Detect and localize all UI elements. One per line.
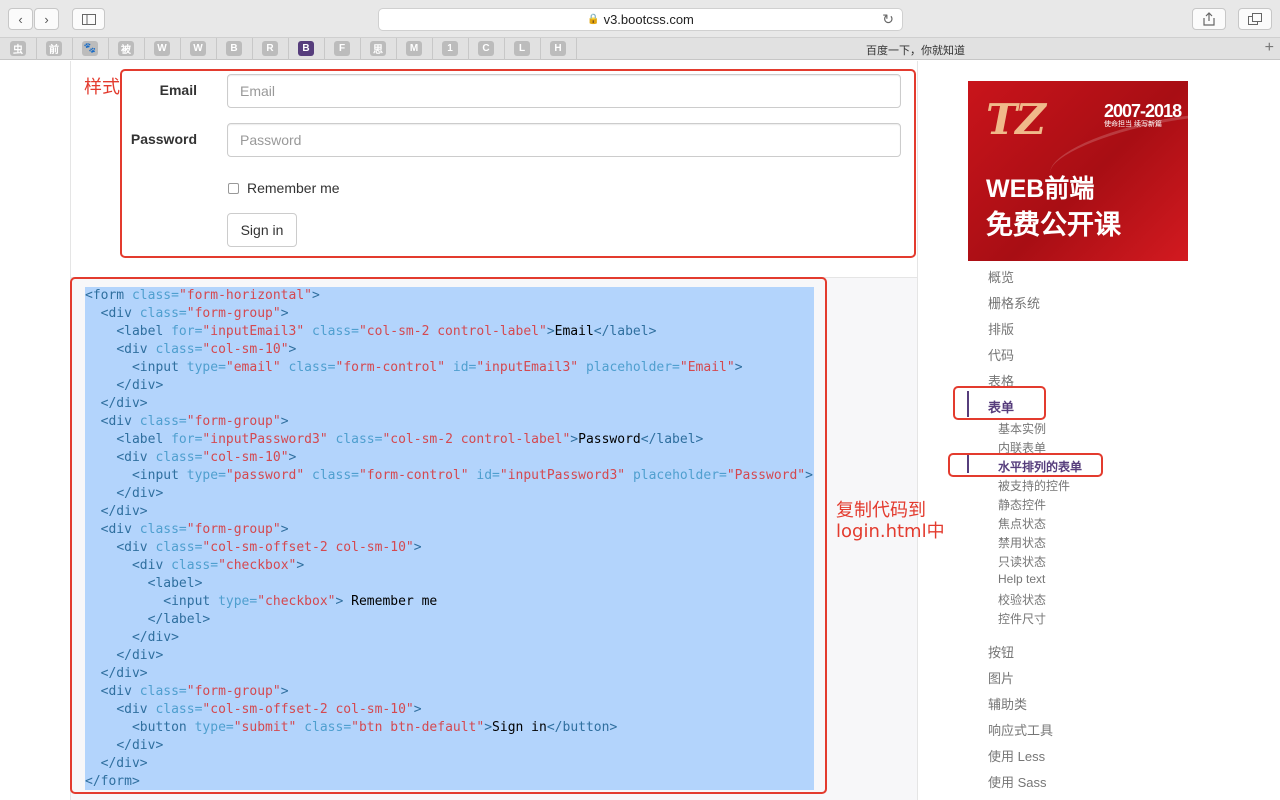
sidebar-item-responsive[interactable]: 响应式工具	[988, 720, 1053, 739]
new-tab-plus-icon[interactable]: +	[1265, 39, 1274, 57]
promo-headline: WEB前端	[986, 175, 1095, 203]
sidebar-subitem[interactable]: 静态控件	[998, 496, 1046, 513]
browser-toolbar: ‹ › 🔒 v3.bootcss.com ↻	[0, 0, 1280, 38]
promo-banner[interactable]: TZ 2007-2018 使命担当 续写新篇 WEB前端 免费公开课	[968, 81, 1188, 261]
bookmark-icon[interactable]: B	[226, 41, 242, 56]
sidebar-item-helpers[interactable]: 辅助类	[988, 694, 1027, 713]
promo-slogan: 使命担当 续写新篇	[1104, 121, 1162, 128]
bookmark-icon[interactable]: 前	[46, 41, 62, 56]
tabs-icon	[1248, 13, 1262, 25]
forms-highlight-box	[953, 386, 1046, 420]
sidebar-subitem[interactable]: 被支持的控件	[998, 477, 1070, 494]
sidebar-item-sass[interactable]: 使用 Sass	[988, 772, 1047, 791]
bookmark-icon[interactable]: R	[262, 41, 278, 56]
horizontal-form-highlight-box	[948, 453, 1103, 477]
sidebar-item-images[interactable]: 图片	[988, 668, 1014, 687]
address-text: v3.bootcss.com	[603, 12, 694, 27]
bookmarks-bar-page-title: 百度一下，你就知道	[866, 45, 965, 57]
lock-icon: 🔒	[587, 14, 600, 25]
sidebar-subitem[interactable]: 控件尺寸	[998, 610, 1046, 627]
bookmark-icon[interactable]: M	[406, 41, 422, 56]
sidebar-item-less[interactable]: 使用 Less	[988, 746, 1045, 765]
sidebar-icon	[81, 13, 96, 25]
bookmark-icon[interactable]: 🐾	[82, 41, 98, 56]
bookmark-icon[interactable]: C	[478, 41, 494, 56]
sidebar-subitem[interactable]: 禁用状态	[998, 534, 1046, 551]
sidebar-toggle-button[interactable]	[72, 8, 105, 30]
copy-annotation-line1: 复制代码到	[836, 500, 926, 521]
address-bar[interactable]: 🔒 v3.bootcss.com ↻	[378, 8, 903, 31]
bookmark-icon[interactable]: 虫	[10, 41, 26, 56]
bookmark-icon[interactable]: 1	[442, 41, 458, 56]
sidebar-item-typography[interactable]: 排版	[988, 319, 1014, 338]
bookmark-icon[interactable]: B	[298, 41, 314, 56]
share-icon	[1203, 12, 1215, 26]
form-example-highlight-box	[120, 69, 916, 258]
bookmark-icon[interactable]: W	[190, 41, 206, 56]
back-button[interactable]: ‹	[8, 8, 33, 30]
share-button[interactable]	[1192, 8, 1226, 30]
sidebar-subitem[interactable]: 校验状态	[998, 591, 1046, 608]
bookmark-icon[interactable]: F	[334, 41, 350, 56]
bookmark-icon[interactable]: H	[550, 41, 566, 56]
promo-subheadline: 免费公开课	[986, 210, 1121, 240]
sidebar-item-code[interactable]: 代码	[988, 345, 1014, 364]
sidebar-subitem[interactable]: 只读状态	[998, 553, 1046, 570]
bookmark-icon[interactable]: W	[154, 41, 170, 56]
promo-logo: TZ	[986, 95, 1046, 144]
bookmark-icon[interactable]: 被	[118, 41, 134, 56]
sidebar-item-grid[interactable]: 栅格系统	[988, 293, 1040, 312]
sidebar-subitem[interactable]: 焦点状态	[998, 515, 1046, 532]
chevron-right-icon: ›	[44, 11, 49, 27]
bookmark-icon[interactable]: 思	[370, 41, 386, 56]
style-annotation: 样式	[84, 77, 120, 98]
bookmark-icon[interactable]: L	[514, 41, 530, 56]
sidebar-subitem[interactable]: 基本实例	[998, 420, 1046, 437]
code-highlight-box	[70, 277, 827, 794]
tabs-overview-button[interactable]	[1238, 8, 1272, 30]
sidebar-subitem[interactable]: Help text	[998, 572, 1045, 586]
bookmarks-bar: 虫 前 🐾 被 W W B R B F 思 M 1 C L H 百度一下，你就知…	[0, 38, 1280, 60]
forward-button[interactable]: ›	[34, 8, 59, 30]
reload-icon[interactable]: ↻	[882, 11, 894, 28]
chevron-left-icon: ‹	[18, 11, 23, 27]
copy-annotation-line2: login.html中	[836, 521, 945, 542]
sidebar-item-buttons[interactable]: 按钮	[988, 642, 1014, 661]
sidebar-item-overview[interactable]: 概览	[988, 267, 1014, 286]
